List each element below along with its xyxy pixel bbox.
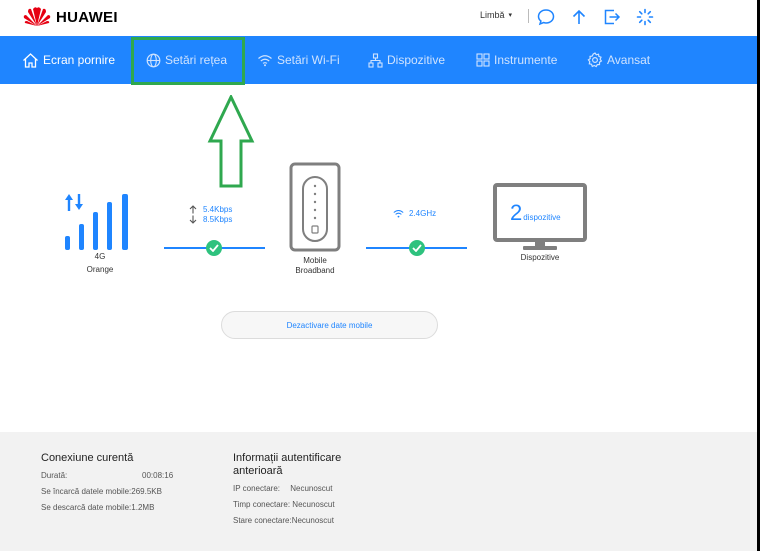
nav-wifi-settings-label: Setări Wi-Fi	[277, 53, 340, 67]
connection-info-footer: Conexiune curentă Durată: 00:08:16 Se în…	[0, 432, 757, 551]
previous-login-title-line1: Informații autentificare	[233, 452, 342, 464]
ip-row: IP conectare: Necunoscut	[233, 484, 332, 494]
current-connection-title: Conexiune curentă	[41, 452, 134, 464]
home-icon	[23, 52, 38, 68]
wifi-icon	[258, 55, 272, 67]
download-data-row: Se descarcă date mobile:1.2MB	[41, 503, 154, 513]
check-icon	[206, 240, 222, 256]
logout-icon[interactable]	[602, 7, 622, 27]
state-value: Necunoscut	[291, 516, 334, 525]
check-icon	[409, 240, 425, 256]
settings-icon	[587, 52, 603, 68]
nav-advanced[interactable]: Avansat	[587, 36, 650, 84]
time-row: Timp conectare: Necunoscut	[233, 500, 335, 510]
network-type: 4G	[94, 252, 106, 261]
duration-value: 00:08:16	[142, 471, 174, 480]
tools-icon	[476, 53, 490, 67]
upload-speed: 5.4Kbps	[203, 205, 233, 214]
state-label: Stare conectare:	[233, 516, 292, 525]
router-label-line1: Mobile	[303, 256, 327, 265]
language-label: Limbă	[480, 10, 505, 20]
router-icon[interactable]	[289, 162, 341, 254]
nav-devices[interactable]: Dispozitive	[368, 36, 445, 84]
device-count-display: 2 dispozitive	[510, 200, 561, 226]
huawei-logo[interactable]: HUAWEI	[22, 6, 118, 28]
language-selector[interactable]: Limbă ▾	[480, 10, 512, 20]
arrow-up-icon	[189, 205, 197, 214]
upload-icon[interactable]	[569, 7, 589, 27]
main-navbar: Ecran pornire Setări rețea Setări Wi-Fi …	[0, 36, 757, 84]
upload-data-label: Se încarcă datele mobile:	[41, 487, 132, 496]
state-row: Stare conectare:Necunoscut	[233, 516, 334, 526]
top-header: HUAWEI Limbă ▾	[0, 0, 760, 36]
nav-home[interactable]: Ecran pornire	[22, 36, 115, 84]
time-label: Timp conectare:	[233, 500, 291, 509]
caret-down-icon: ▾	[508, 12, 513, 19]
download-data-label: Se descarcă date mobile:	[41, 503, 132, 512]
devices-label: Dispozitive	[520, 253, 560, 262]
ip-label: IP conectare:	[233, 484, 280, 493]
upload-data-value: 269.5KB	[131, 487, 162, 496]
previous-login-title-line2: anterioară	[233, 465, 283, 477]
wifi-band-icon	[393, 210, 404, 218]
router-label-line2: Broadband	[295, 266, 335, 275]
disable-mobile-data-button[interactable]: Dezactivare date mobile	[221, 311, 438, 339]
nav-devices-label: Dispozitive	[387, 53, 446, 67]
devices-icon	[368, 52, 383, 68]
device-count: 2	[510, 200, 523, 225]
up-arrow-icon	[207, 95, 255, 188]
loading-icon	[635, 7, 655, 27]
nav-advanced-label: Avansat	[607, 53, 651, 67]
chat-icon[interactable]	[536, 7, 556, 27]
nav-wifi-settings[interactable]: Setări Wi-Fi	[257, 36, 340, 84]
download-data-value: 1.2MB	[131, 503, 155, 512]
header-divider	[528, 9, 529, 23]
upload-data-row: Se încarcă datele mobile:269.5KB	[41, 487, 162, 497]
ip-value: Necunoscut	[290, 484, 333, 493]
nav-tools[interactable]: Instrumente	[476, 36, 557, 84]
duration-label: Durată:	[41, 471, 68, 480]
operator-name: Orange	[86, 265, 114, 274]
nav-tools-label: Instrumente	[494, 53, 558, 67]
arrow-down-icon	[189, 215, 197, 224]
download-speed: 8.5Kbps	[203, 215, 233, 224]
signal-icon	[65, 194, 128, 250]
nav-home-label: Ecran pornire	[43, 53, 116, 67]
huawei-flower-icon	[23, 7, 51, 27]
wifi-band: 2.4GHz	[409, 209, 437, 218]
device-count-suffix: dispozitive	[523, 213, 561, 222]
time-value: Necunoscut	[292, 500, 335, 509]
highlight-box	[131, 37, 245, 85]
brand-name: HUAWEI	[56, 8, 118, 26]
